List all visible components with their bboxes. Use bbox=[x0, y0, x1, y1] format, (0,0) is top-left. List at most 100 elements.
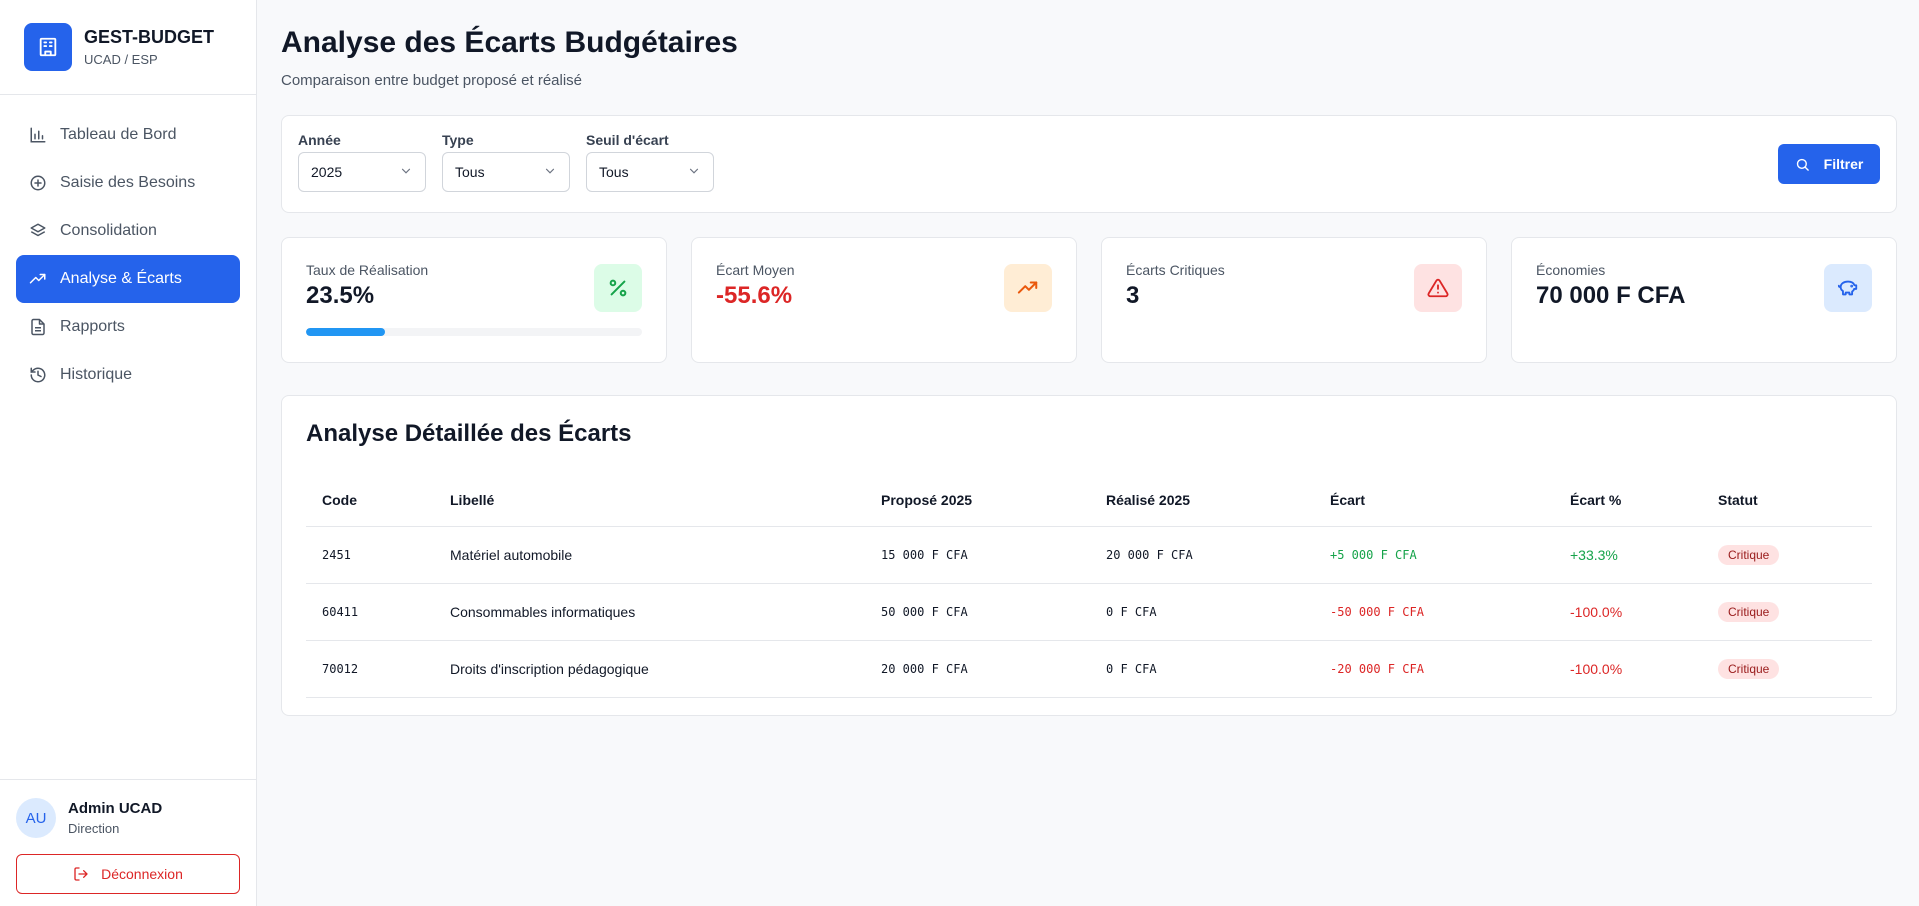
table-header-row: Code Libellé Proposé 2025 Réalisé 2025 É… bbox=[306, 474, 1872, 527]
column-header: Écart bbox=[1314, 474, 1554, 527]
year-filter-label: Année bbox=[298, 132, 341, 148]
kpi-label: Écarts Critiques bbox=[1126, 262, 1225, 278]
sidebar-item-tableau-de-bord[interactable]: Tableau de Bord bbox=[16, 111, 240, 159]
year-select-value: 2025 bbox=[311, 164, 343, 180]
ecarts-table-card: Analyse Détaillée des Écarts Code Libell… bbox=[281, 395, 1897, 716]
cell-ecart: -20 000 F CFA bbox=[1314, 640, 1554, 698]
sidebar-item-rapports[interactable]: Rapports bbox=[16, 303, 240, 351]
piggy-bank-icon bbox=[1824, 264, 1872, 312]
filter-button-label: Filtrer bbox=[1823, 156, 1864, 172]
page-subtitle: Comparaison entre budget proposé et réal… bbox=[281, 72, 583, 89]
layers-icon bbox=[28, 221, 48, 241]
threshold-select[interactable]: Tous bbox=[586, 152, 714, 192]
cell-propose: 50 000 F CFA bbox=[865, 583, 1090, 641]
page-title: Analyse des Écarts Budgétaires bbox=[281, 26, 738, 59]
kpi-ecart-moyen: Écart Moyen -55.6% bbox=[691, 237, 1077, 363]
column-header: Statut bbox=[1702, 474, 1872, 527]
sidebar-item-label: Saisie des Besoins bbox=[60, 174, 196, 191]
main-content: Analyse des Écarts Budgétaires Comparais… bbox=[257, 0, 1919, 906]
year-filter: Année 2025 bbox=[298, 132, 426, 192]
cell-statut: Critique bbox=[1702, 640, 1872, 698]
cell-realise: 20 000 F CFA bbox=[1090, 526, 1314, 584]
cell-statut: Critique bbox=[1702, 526, 1872, 584]
column-header: Écart % bbox=[1554, 474, 1702, 527]
threshold-filter: Seuil d'écart Tous bbox=[586, 132, 714, 192]
trending-up-icon bbox=[28, 269, 48, 289]
cell-ecart-pct: +33.3% bbox=[1554, 526, 1702, 584]
status-badge: Critique bbox=[1718, 544, 1780, 565]
cell-statut: Critique bbox=[1702, 583, 1872, 641]
cell-ecart: -50 000 F CFA bbox=[1314, 583, 1554, 641]
year-select[interactable]: 2025 bbox=[298, 152, 426, 192]
sidebar-item-label: Analyse & Écarts bbox=[60, 270, 182, 287]
threshold-filter-label: Seuil d'écart bbox=[586, 132, 669, 148]
sidebar-item-analyse-ecarts[interactable]: Analyse & Écarts bbox=[16, 255, 240, 303]
realisation-progress-bar bbox=[306, 328, 642, 336]
logout-icon bbox=[73, 866, 89, 882]
kpi-value: 23.5% bbox=[306, 282, 375, 309]
user-panel: AU Admin UCAD Direction Déconnexion bbox=[0, 779, 256, 906]
user-name: Admin UCAD bbox=[68, 800, 163, 817]
status-badge: Critique bbox=[1718, 601, 1780, 622]
cell-realise: 0 F CFA bbox=[1090, 583, 1314, 641]
type-select-value: Tous bbox=[455, 164, 485, 180]
cell-ecart: +5 000 F CFA bbox=[1314, 526, 1554, 584]
kpi-cards: Taux de Réalisation 23.5% Écart Moyen -5… bbox=[281, 237, 1897, 363]
kpi-value: -55.6% bbox=[716, 282, 793, 309]
plus-circle-icon bbox=[28, 173, 48, 193]
chevron-down-icon bbox=[399, 164, 413, 181]
search-icon bbox=[1795, 157, 1810, 172]
user-role: Direction bbox=[68, 821, 120, 836]
file-text-icon bbox=[28, 317, 48, 337]
cell-libelle: Consommables informatiques bbox=[434, 583, 865, 641]
logout-button[interactable]: Déconnexion bbox=[16, 854, 240, 894]
logout-label: Déconnexion bbox=[101, 866, 183, 882]
table-title: Analyse Détaillée des Écarts bbox=[306, 420, 632, 447]
cell-code: 70012 bbox=[306, 640, 434, 698]
cell-code: 2451 bbox=[306, 526, 434, 584]
ecarts-table: Code Libellé Proposé 2025 Réalisé 2025 É… bbox=[306, 474, 1872, 698]
sidebar-nav: Tableau de Bord Saisie des Besoins Conso… bbox=[0, 95, 256, 779]
bar-chart-icon bbox=[28, 125, 48, 145]
avatar: AU bbox=[16, 798, 56, 838]
kpi-label: Taux de Réalisation bbox=[306, 262, 429, 278]
app-name: GEST-BUDGET bbox=[84, 27, 215, 47]
type-filter-label: Type bbox=[442, 132, 474, 148]
table-row: 2451 Matériel automobile 15 000 F CFA 20… bbox=[306, 526, 1872, 584]
chevron-down-icon bbox=[687, 164, 701, 181]
cell-ecart-pct: -100.0% bbox=[1554, 583, 1702, 641]
column-header: Libellé bbox=[434, 474, 865, 527]
kpi-value: 70 000 F CFA bbox=[1536, 282, 1686, 309]
type-select[interactable]: Tous bbox=[442, 152, 570, 192]
sidebar: GEST-BUDGET UCAD / ESP Tableau de Bord S… bbox=[0, 0, 257, 906]
kpi-economies: Économies 70 000 F CFA bbox=[1511, 237, 1897, 363]
sidebar-item-label: Tableau de Bord bbox=[60, 126, 177, 143]
sidebar-item-label: Historique bbox=[60, 366, 133, 383]
kpi-label: Écart Moyen bbox=[716, 262, 795, 278]
filter-bar: Année 2025 Type Tous Seuil d'écart Tous bbox=[281, 115, 1897, 213]
sidebar-item-historique[interactable]: Historique bbox=[16, 351, 240, 399]
threshold-select-value: Tous bbox=[599, 164, 629, 180]
column-header: Proposé 2025 bbox=[865, 474, 1090, 527]
filter-button[interactable]: Filtrer bbox=[1778, 144, 1880, 184]
kpi-realisation: Taux de Réalisation 23.5% bbox=[281, 237, 667, 363]
realisation-progress-fill bbox=[306, 328, 385, 336]
sidebar-item-saisie-des-besoins[interactable]: Saisie des Besoins bbox=[16, 159, 240, 207]
cell-propose: 20 000 F CFA bbox=[865, 640, 1090, 698]
sidebar-item-label: Rapports bbox=[60, 318, 125, 335]
table-row: 70012 Droits d'inscription pédagogique 2… bbox=[306, 640, 1872, 698]
cell-realise: 0 F CFA bbox=[1090, 640, 1314, 698]
history-icon bbox=[28, 365, 48, 385]
cell-libelle: Droits d'inscription pédagogique bbox=[434, 640, 865, 698]
building-icon bbox=[24, 23, 72, 71]
chevron-down-icon bbox=[543, 164, 557, 181]
sidebar-item-label: Consolidation bbox=[60, 222, 157, 239]
percent-icon bbox=[594, 264, 642, 312]
column-header: Réalisé 2025 bbox=[1090, 474, 1314, 527]
table-row: 60411 Consommables informatiques 50 000 … bbox=[306, 583, 1872, 641]
type-filter: Type Tous bbox=[442, 132, 570, 192]
sidebar-item-consolidation[interactable]: Consolidation bbox=[16, 207, 240, 255]
app-subtitle: UCAD / ESP bbox=[84, 52, 158, 67]
trending-up-icon bbox=[1004, 264, 1052, 312]
alert-triangle-icon bbox=[1414, 264, 1462, 312]
